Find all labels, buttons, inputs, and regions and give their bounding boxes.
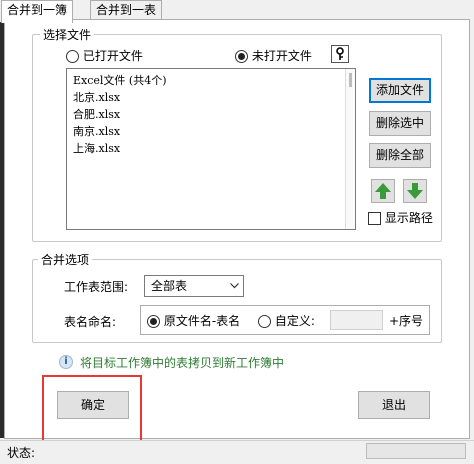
list-scrollbar[interactable] [345, 69, 355, 229]
list-item[interactable]: 上海.xlsx [67, 140, 355, 157]
radio-icon-selected [147, 315, 160, 328]
radio-opened-files-label: 已打开文件 [82, 49, 143, 63]
select-files-legend: 选择文件 [40, 26, 95, 43]
radio-original-name-label: 原文件名-表名 [163, 314, 241, 328]
show-path-checkbox[interactable]: 显示路径 [368, 210, 433, 226]
info-text: 将目标工作簿中的表拷贝到新工作簿中 [80, 356, 285, 370]
radio-icon [66, 50, 79, 63]
arrow-up-icon [375, 183, 391, 199]
radio-icon [258, 315, 271, 328]
radio-opened-files[interactable]: 已打开文件 [66, 48, 143, 64]
list-item[interactable]: 合肥.xlsx [67, 106, 355, 123]
show-path-label: 显示路径 [384, 211, 433, 225]
move-down-button[interactable] [403, 179, 427, 203]
list-item[interactable]: 北京.xlsx [67, 89, 355, 106]
status-label: 状态: [7, 446, 36, 460]
custom-name-input[interactable] [330, 310, 383, 330]
add-file-button[interactable]: 添加文件 [369, 78, 431, 103]
radio-unopened-files[interactable]: 未打开文件 [235, 48, 312, 64]
checkbox-icon [368, 212, 381, 225]
list-scrollbar-thumb[interactable] [349, 73, 352, 87]
sheet-name-label: 表名命名: [64, 315, 117, 329]
radio-original-name[interactable]: 原文件名-表名 [147, 313, 240, 329]
radio-unopened-files-label: 未打开文件 [251, 49, 312, 63]
sheet-range-label: 工作表范围: [64, 280, 129, 294]
arrow-down-icon [407, 183, 423, 199]
list-header: Excel文件 (共4个) [73, 74, 167, 87]
radio-custom-name-label: 自定义: [274, 314, 315, 328]
status-bar: 状态: [0, 440, 474, 464]
radio-icon-selected [235, 50, 248, 63]
tab-merge-to-sheet[interactable]: 合并到一表 [90, 0, 163, 21]
chevron-down-icon [230, 283, 239, 289]
remove-all-button[interactable]: 删除全部 [369, 143, 431, 168]
ok-button[interactable]: 确定 [57, 391, 129, 419]
info-icon: i [59, 355, 73, 369]
move-up-button[interactable] [371, 179, 395, 203]
file-list[interactable]: Excel文件 (共4个) 北京.xlsx 合肥.xlsx 南京.xlsx 上海… [66, 68, 356, 230]
sheet-range-select[interactable]: 全部表 [144, 275, 244, 297]
remove-selected-button[interactable]: 删除选中 [369, 111, 431, 136]
tab-merge-to-workbook[interactable]: 合并到一簿 [1, 0, 74, 23]
list-item[interactable]: 南京.xlsx [67, 123, 355, 140]
sheet-range-value: 全部表 [151, 279, 188, 293]
status-progress-bar [366, 443, 466, 459]
exit-button[interactable]: 退出 [358, 391, 430, 419]
radio-custom-name[interactable]: 自定义: [258, 313, 315, 329]
merge-options-legend: 合并选项 [38, 251, 93, 268]
sequence-suffix-label: +序号 [389, 314, 424, 328]
key-icon[interactable] [331, 45, 349, 63]
